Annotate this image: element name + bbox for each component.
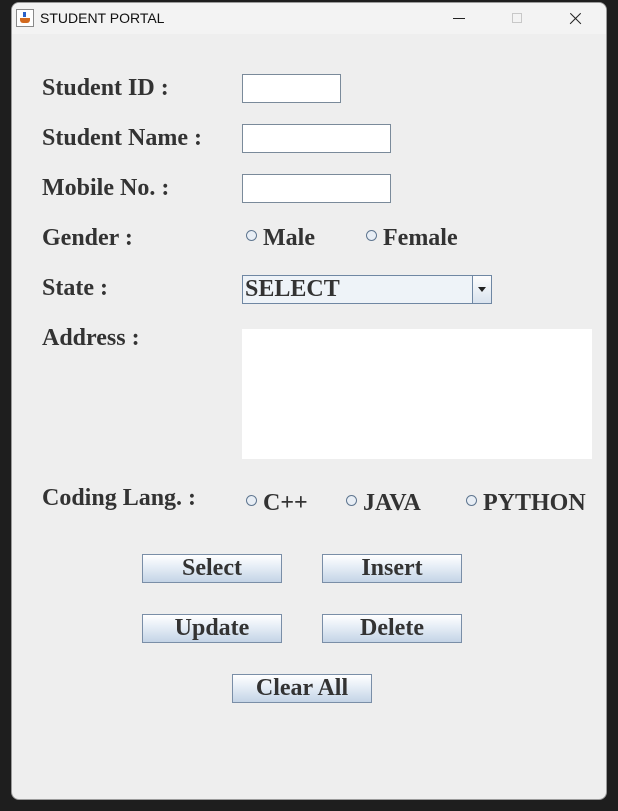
chevron-down-icon[interactable]: [472, 276, 491, 303]
close-button[interactable]: [552, 3, 598, 34]
lang-java-label: JAVA: [363, 490, 421, 516]
radio-circle-icon: [466, 495, 477, 506]
gender-female-label: Female: [383, 225, 458, 251]
gender-female-radio[interactable]: Female: [366, 225, 458, 252]
state-dropdown[interactable]: SELECT: [242, 275, 492, 304]
title-bar: STUDENT PORTAL: [12, 3, 606, 34]
address-textarea[interactable]: [242, 329, 592, 459]
radio-circle-icon: [246, 495, 257, 506]
state-label: State :: [42, 275, 108, 301]
radio-circle-icon: [366, 230, 377, 241]
clear-all-button[interactable]: Clear All: [232, 674, 372, 703]
gender-male-radio[interactable]: Male: [246, 225, 315, 252]
gender-label: Gender :: [42, 225, 133, 251]
lang-cpp-radio[interactable]: C++: [246, 490, 308, 517]
mobile-label: Mobile No. :: [42, 175, 170, 201]
java-cup-icon: [16, 9, 34, 27]
window-title: STUDENT PORTAL: [40, 10, 165, 26]
lang-python-radio[interactable]: PYTHON: [466, 490, 586, 517]
app-window: STUDENT PORTAL Student ID : Student Name…: [11, 2, 607, 800]
student-name-input[interactable]: [242, 124, 391, 153]
lang-python-label: PYTHON: [483, 490, 586, 516]
lang-cpp-label: C++: [263, 490, 308, 516]
update-button[interactable]: Update: [142, 614, 282, 643]
gender-male-label: Male: [263, 225, 315, 251]
radio-circle-icon: [246, 230, 257, 241]
student-id-label: Student ID :: [42, 75, 169, 101]
lang-java-radio[interactable]: JAVA: [346, 490, 421, 517]
radio-circle-icon: [346, 495, 357, 506]
minimize-button[interactable]: [436, 3, 482, 34]
student-id-input[interactable]: [242, 74, 341, 103]
select-button[interactable]: Select: [142, 554, 282, 583]
address-label: Address :: [42, 325, 140, 351]
delete-button[interactable]: Delete: [322, 614, 462, 643]
insert-button[interactable]: Insert: [322, 554, 462, 583]
mobile-input[interactable]: [242, 174, 391, 203]
coding-lang-label: Coding Lang. :: [42, 485, 197, 511]
maximize-button[interactable]: [494, 3, 540, 34]
state-selected-value: SELECT: [245, 276, 340, 302]
student-name-label: Student Name :: [42, 125, 202, 151]
